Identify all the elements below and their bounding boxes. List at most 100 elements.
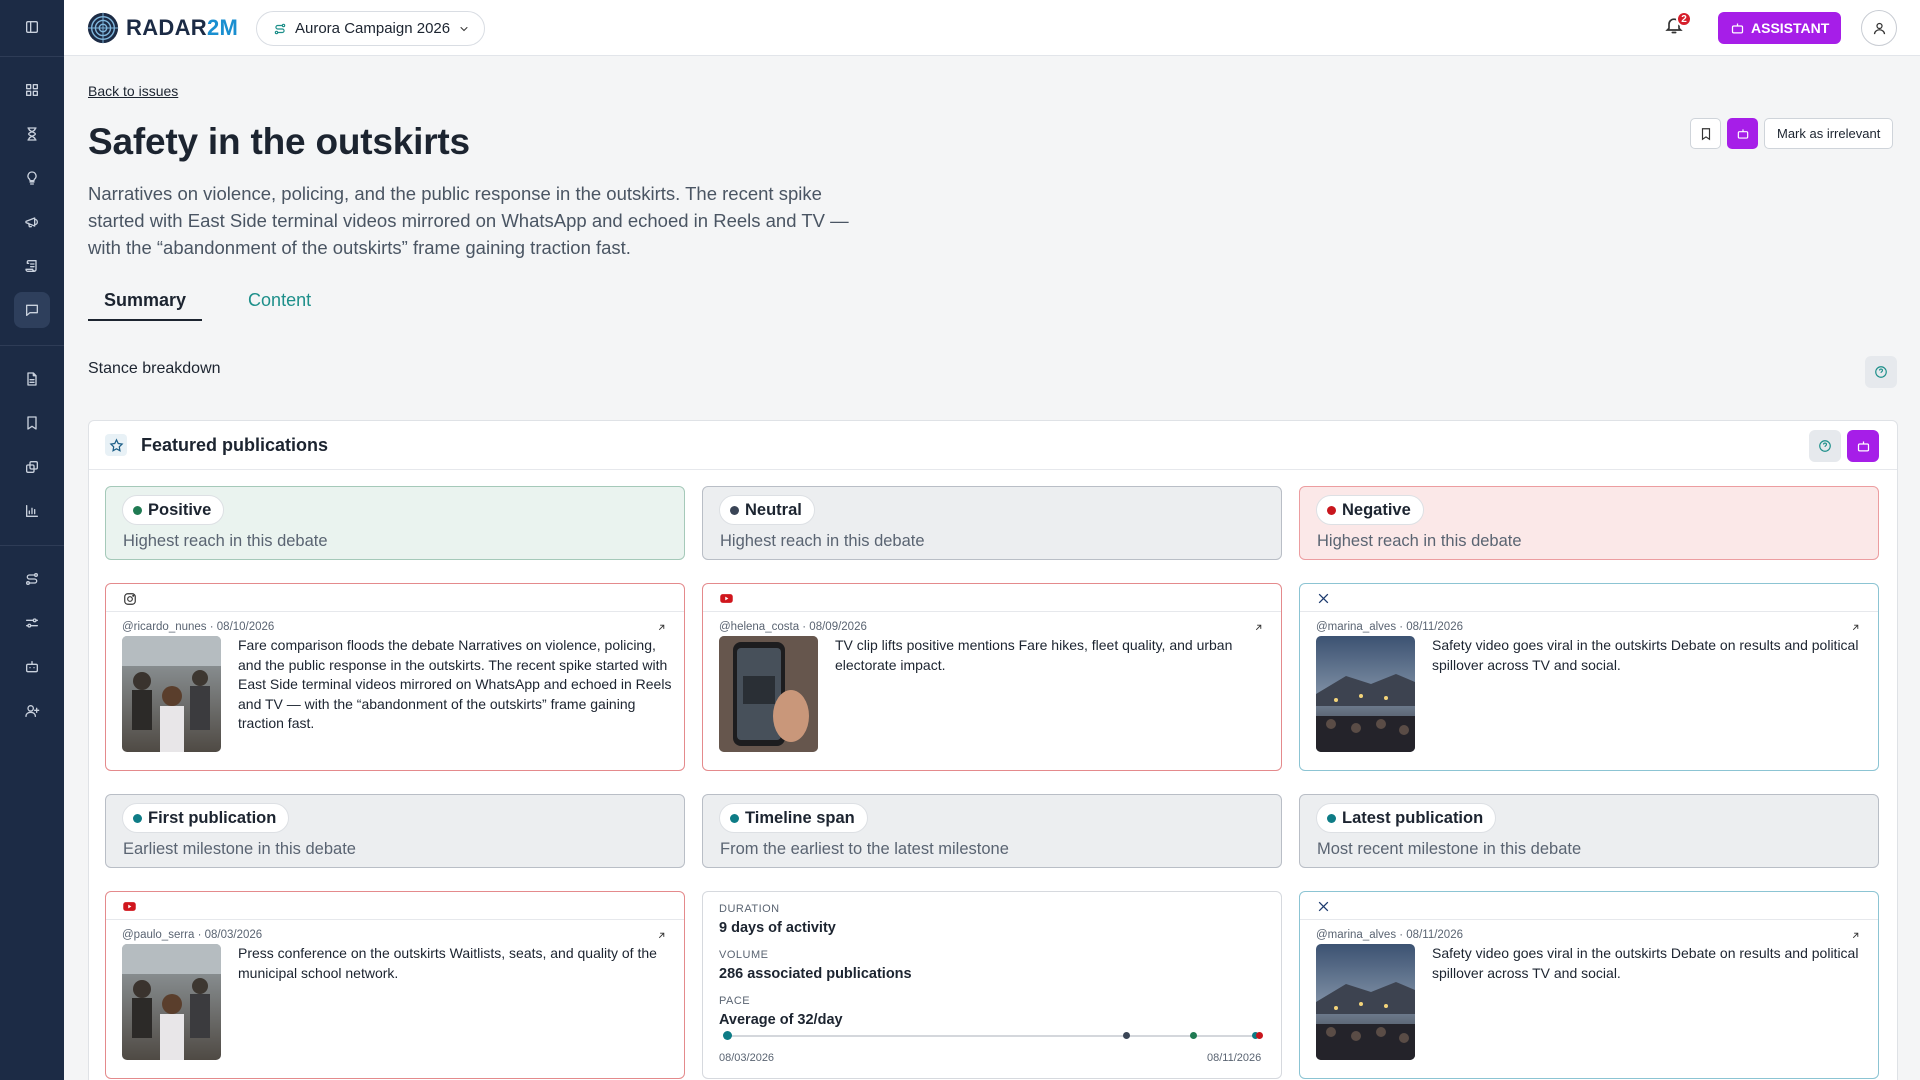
- campaign-selector[interactable]: Aurora Campaign 2026: [256, 11, 486, 46]
- category-card-first-publication: First publication Earliest milestone in …: [105, 794, 685, 868]
- user-icon: [1873, 22, 1885, 34]
- radar-logo-icon: [87, 12, 119, 44]
- publication-thumbnail: [1316, 636, 1415, 752]
- add-user-icon[interactable]: [14, 693, 50, 729]
- publication-meta: @marina_alves · 08/11/2026: [1316, 929, 1463, 941]
- tab-content[interactable]: Content: [232, 290, 327, 321]
- publication-thumbnail: [122, 636, 221, 752]
- lightbulb-icon[interactable]: [14, 160, 50, 196]
- publication-card-header: [1300, 584, 1878, 612]
- publication-thumbnail: [1316, 944, 1415, 1060]
- sliders-icon[interactable]: [14, 605, 50, 641]
- publication-card-header: [1300, 892, 1878, 920]
- external-link-icon[interactable]: [656, 620, 668, 632]
- featured-help-button[interactable]: [1809, 430, 1841, 462]
- category-label: Negative: [1342, 500, 1411, 519]
- timeline-dot-first[interactable]: [723, 1031, 732, 1040]
- document-icon[interactable]: [14, 361, 50, 397]
- publication-card[interactable]: @helena_costa · 08/09/2026 TV clip lifts…: [702, 583, 1282, 771]
- pace-value: Average of 32/day: [719, 1012, 843, 1028]
- category-pill: Negative: [1316, 495, 1424, 525]
- bar-chart-icon[interactable]: [14, 493, 50, 529]
- assistant-label: ASSISTANT: [1751, 20, 1830, 36]
- assistant-button[interactable]: ASSISTANT: [1718, 12, 1842, 44]
- sidebar-toggle-icon[interactable]: [14, 9, 50, 45]
- stance-help-button[interactable]: [1865, 356, 1897, 388]
- instagram-icon: [122, 591, 137, 606]
- dashboard-icon[interactable]: [14, 72, 50, 108]
- notification-count-badge: 2: [1676, 11, 1692, 27]
- category-pill: First publication: [122, 803, 290, 833]
- external-link-icon[interactable]: [656, 928, 668, 940]
- route-icon[interactable]: [14, 561, 50, 597]
- publication-card[interactable]: @paulo_serra · 08/03/2026 Press conferen…: [105, 891, 685, 1079]
- robot-icon[interactable]: [14, 649, 50, 685]
- duration-value: 9 days of activity: [719, 920, 836, 936]
- scroll-icon[interactable]: [14, 248, 50, 284]
- publication-text: Press conference on the outskirts Waitli…: [238, 945, 657, 981]
- timeline-dot-negative[interactable]: [1256, 1032, 1263, 1039]
- user-avatar[interactable]: [1861, 10, 1897, 46]
- bookmark-icon[interactable]: [14, 405, 50, 441]
- chevron-down-icon: [460, 26, 468, 31]
- featured-assistant-button[interactable]: [1847, 430, 1879, 462]
- megaphone-icon[interactable]: [14, 204, 50, 240]
- featured-publications-panel: Featured publications Positive Highest r…: [88, 420, 1898, 1080]
- category-card-positive: Positive Highest reach in this debate: [105, 486, 685, 560]
- star-icon: [105, 434, 127, 456]
- timeline-dot-positive[interactable]: [1190, 1032, 1197, 1039]
- page-title: Safety in the outskirts: [88, 121, 470, 162]
- hourglass-icon[interactable]: [14, 116, 50, 152]
- external-link-icon[interactable]: [1850, 928, 1862, 940]
- category-pill: Timeline span: [719, 803, 868, 833]
- app-logo[interactable]: RADAR2M: [86, 10, 238, 46]
- timeline-end-date: 08/11/2026: [1207, 1052, 1262, 1064]
- category-subtitle: Earliest milestone in this debate: [123, 840, 356, 858]
- robot-icon: [1731, 23, 1744, 33]
- duration-label: DURATION: [719, 903, 780, 915]
- sidebar-divider: [0, 545, 64, 546]
- publication-meta: @helena_costa · 08/09/2026: [719, 621, 867, 633]
- tab-bar: Summary Content: [88, 290, 327, 321]
- bookmark-button[interactable]: [1690, 118, 1721, 149]
- mark-irrelevant-button[interactable]: Mark as irrelevant: [1764, 118, 1894, 149]
- category-label: Positive: [148, 500, 212, 519]
- category-label: Timeline span: [745, 808, 855, 827]
- publication-thumbnail: [719, 636, 818, 752]
- timeline-axis: [727, 1035, 1257, 1037]
- sidebar-divider: [0, 345, 64, 346]
- links-icon[interactable]: [14, 449, 50, 485]
- x-icon: [1316, 591, 1331, 606]
- external-link-icon[interactable]: [1253, 620, 1265, 632]
- route-icon: [274, 23, 286, 34]
- publication-card[interactable]: @marina_alves · 08/11/2026 Safety video …: [1299, 891, 1879, 1079]
- category-subtitle: Highest reach in this debate: [1317, 532, 1522, 550]
- publication-card[interactable]: @ricardo_nunes · 08/10/2026 Fare compari…: [105, 583, 685, 771]
- help-circle-icon: [1875, 366, 1887, 378]
- back-to-issues-link[interactable]: Back to issues: [88, 83, 178, 99]
- publication-card[interactable]: @marina_alves · 08/11/2026 Safety video …: [1299, 583, 1879, 771]
- issues-chat-icon[interactable]: [14, 292, 50, 328]
- category-subtitle: Highest reach in this debate: [123, 532, 328, 550]
- category-label: Neutral: [745, 500, 802, 519]
- stance-breakdown-label: Stance breakdown: [88, 360, 221, 377]
- featured-title: Featured publications: [141, 435, 329, 455]
- timeline-dot-neutral[interactable]: [1123, 1032, 1130, 1039]
- publication-text: Fare comparison floods the debate Narrat…: [238, 637, 672, 731]
- category-label: First publication: [148, 808, 277, 827]
- assistant-icon-button[interactable]: [1727, 118, 1758, 149]
- sidebar: [0, 0, 64, 1080]
- featured-header: Featured publications: [89, 421, 1897, 470]
- header-actions: Mark as irrelevant: [1690, 118, 1894, 149]
- volume-value: 286 associated publications: [719, 966, 912, 982]
- sidebar-divider: [0, 56, 64, 57]
- publication-card-header: [106, 584, 684, 612]
- publication-card-header: [106, 892, 684, 920]
- bookmark-icon: [1701, 127, 1710, 140]
- external-link-icon[interactable]: [1850, 620, 1862, 632]
- publication-text: Safety video goes viral in the outskirts…: [1432, 945, 1859, 981]
- publication-meta: @paulo_serra · 08/03/2026: [122, 929, 263, 941]
- tab-summary[interactable]: Summary: [88, 290, 203, 321]
- notifications-button[interactable]: 2: [1664, 11, 1692, 39]
- status-dot: [1327, 813, 1336, 823]
